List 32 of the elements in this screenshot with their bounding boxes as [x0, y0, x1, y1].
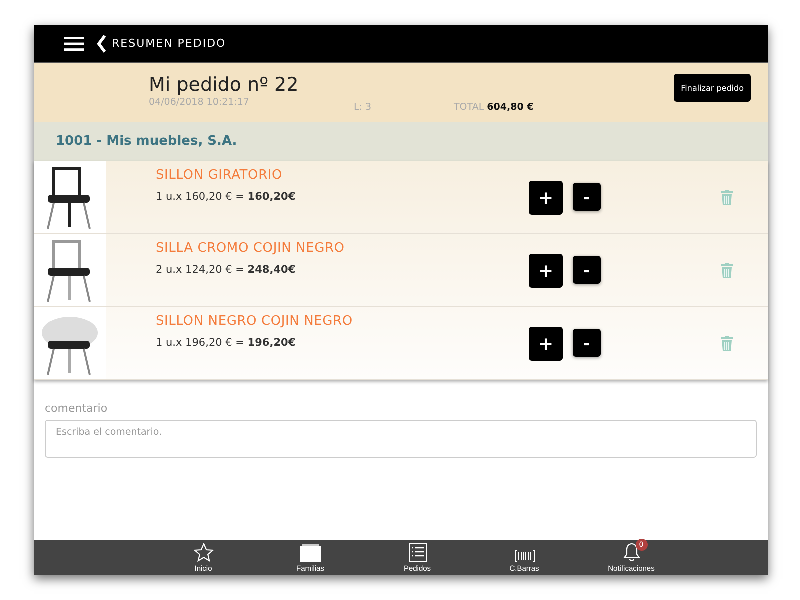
- menu-icon[interactable]: [64, 36, 84, 50]
- trash-icon[interactable]: [721, 336, 733, 350]
- total-label: TOTAL: [454, 102, 484, 113]
- back-icon[interactable]: [97, 34, 107, 52]
- increase-button[interactable]: +: [529, 254, 563, 288]
- trash-icon[interactable]: [721, 262, 733, 278]
- line-count: L: 3: [354, 102, 373, 113]
- product-name: SILLA CROMO COJIN NEGRO: [156, 241, 346, 256]
- order-title: Mi pedido nº 22: [149, 73, 300, 97]
- comment-field[interactable]: Escriba el comentario.: [45, 420, 757, 458]
- client-name: 1001 - Mis muebles, S.A.: [56, 134, 238, 149]
- product-price: 1 u.x 196,20 € = 196,20€: [156, 337, 297, 349]
- finish-order-button[interactable]: Finalizar pedido: [674, 74, 751, 102]
- page-title: RESUMEN PEDIDO: [112, 37, 226, 50]
- total-amount: 604,80 €: [487, 102, 534, 113]
- product-price: 2 u.x 124,20 € = 248,40€: [156, 264, 297, 276]
- order-date: 04/06/2018 10:21:17: [149, 97, 250, 108]
- product-name: SILLON NEGRO COJIN NEGRO: [156, 314, 354, 329]
- star-icon: [194, 543, 214, 562]
- trash-icon[interactable]: [721, 190, 733, 204]
- product-price: 1 u.x 160,20 € = 160,20€: [156, 191, 297, 203]
- list-icon: [408, 543, 426, 562]
- bell-icon: [622, 543, 640, 562]
- comment-label: comentario: [45, 402, 109, 415]
- increase-button[interactable]: +: [529, 181, 563, 215]
- increase-button[interactable]: +: [529, 327, 563, 361]
- decrease-button[interactable]: -: [573, 183, 601, 211]
- decrease-button[interactable]: -: [573, 256, 601, 284]
- decrease-button[interactable]: -: [573, 329, 601, 357]
- folder-icon: [300, 544, 321, 562]
- barcode-icon: [514, 550, 534, 562]
- product-name: SILLON GIRATORIO: [156, 168, 284, 183]
